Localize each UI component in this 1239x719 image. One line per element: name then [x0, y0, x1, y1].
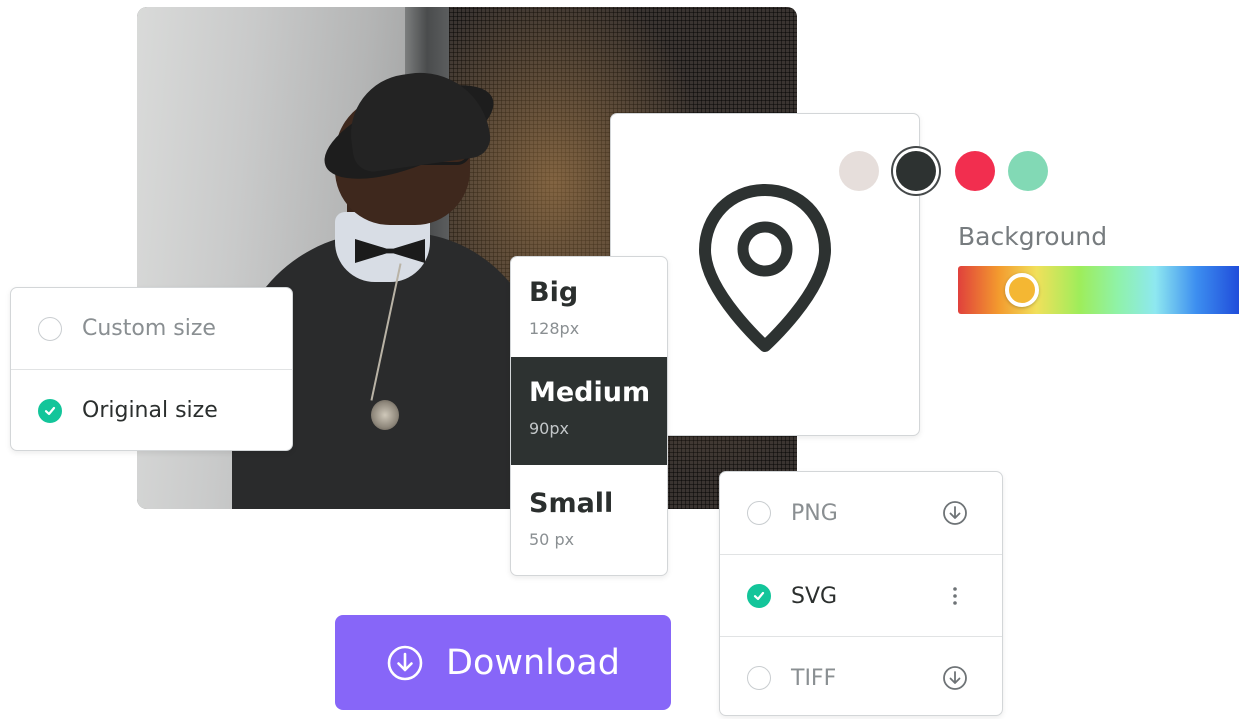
- format-option-svg[interactable]: SVG: [720, 554, 1002, 637]
- format-label: PNG: [791, 500, 838, 526]
- size-item-medium[interactable]: Medium 90px: [511, 357, 667, 465]
- download-icon[interactable]: [941, 499, 969, 527]
- slider-knob[interactable]: [1004, 273, 1039, 307]
- size-item-name: Medium: [529, 377, 651, 408]
- map-pin-icon: [699, 184, 831, 352]
- color-swatch-charcoal[interactable]: [896, 151, 936, 191]
- size-item-value: 128px: [529, 319, 580, 338]
- format-option-tiff[interactable]: TIFF: [720, 636, 1002, 719]
- size-item-value: 50 px: [529, 530, 575, 549]
- background-label: Background: [958, 222, 1108, 251]
- size-option-label: Custom size: [82, 316, 216, 341]
- size-item-value: 90px: [529, 419, 569, 438]
- size-item-name: Small: [529, 488, 614, 519]
- color-swatch-red[interactable]: [955, 151, 995, 191]
- download-button[interactable]: Download: [335, 615, 671, 710]
- check-icon: [44, 406, 56, 415]
- download-icon[interactable]: [941, 664, 969, 692]
- format-label: SVG: [791, 583, 838, 609]
- radio-svg[interactable]: [747, 584, 771, 608]
- pocket-watch-pendant: [371, 400, 399, 430]
- size-item-small[interactable]: Small 50 px: [511, 468, 667, 575]
- check-icon: [753, 591, 765, 601]
- size-item-big[interactable]: Big 128px: [511, 257, 667, 365]
- size-options-card: Custom size Original size: [10, 287, 293, 451]
- size-item-name: Big: [529, 277, 579, 308]
- download-icon: [387, 645, 423, 680]
- icon-size-list: Big 128px Medium 90px Small 50 px: [510, 256, 668, 576]
- format-options-card: PNG SVG TIFF: [719, 471, 1003, 716]
- radio-custom-size[interactable]: [38, 316, 62, 341]
- more-vertical-icon[interactable]: [941, 582, 969, 610]
- background-gradient-slider[interactable]: [958, 266, 1239, 314]
- radio-png[interactable]: [747, 501, 771, 525]
- download-button-label: Download: [446, 642, 620, 683]
- format-label: TIFF: [791, 665, 837, 691]
- size-option-label: Original size: [82, 398, 218, 423]
- size-option-original[interactable]: Original size: [11, 369, 292, 451]
- color-swatch-mint[interactable]: [1008, 151, 1048, 191]
- radio-tiff[interactable]: [747, 666, 771, 690]
- size-option-custom[interactable]: Custom size: [11, 288, 292, 369]
- format-option-png[interactable]: PNG: [720, 472, 1002, 554]
- color-swatch-light-gray[interactable]: [839, 151, 879, 191]
- radio-original-size[interactable]: [38, 398, 62, 423]
